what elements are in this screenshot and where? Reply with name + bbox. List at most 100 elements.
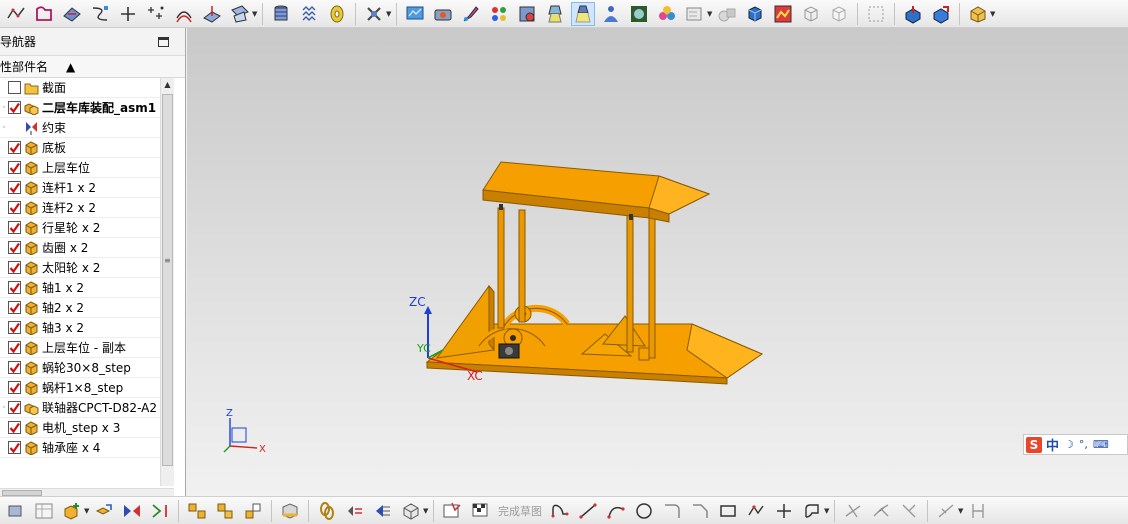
- visibility-checkbox[interactable]: [8, 281, 21, 294]
- mirror-assembly-icon[interactable]: [120, 499, 144, 523]
- tree-row[interactable]: 上层车位: [0, 158, 160, 178]
- visibility-checkbox[interactable]: [8, 301, 21, 314]
- sketch-icon[interactable]: [440, 499, 464, 523]
- make-corner-icon[interactable]: [897, 499, 921, 523]
- line-icon[interactable]: [576, 499, 600, 523]
- tree-row[interactable]: 连杆1 x 2: [0, 178, 160, 198]
- visibility-checkbox[interactable]: [8, 381, 21, 394]
- keyboard-icon[interactable]: ⌨: [1093, 438, 1109, 451]
- tree-row[interactable]: 轴1 x 2: [0, 278, 160, 298]
- trim-icon[interactable]: [841, 499, 865, 523]
- chevron-down-icon[interactable]: ▼: [990, 10, 996, 18]
- left-wedge[interactable]: [435, 284, 495, 359]
- camera-render-icon[interactable]: [431, 2, 455, 26]
- color-palette-icon[interactable]: [487, 2, 511, 26]
- ime-status-bar[interactable]: S 中 ☽ °, ⌨: [1023, 434, 1128, 455]
- fillet-icon[interactable]: [660, 499, 684, 523]
- explode-view-icon[interactable]: [185, 499, 209, 523]
- upper-platform[interactable]: [482, 161, 711, 223]
- horizontal-scrollbar[interactable]: [0, 488, 174, 496]
- visibility-checkbox[interactable]: [8, 181, 21, 194]
- vertical-scrollbar[interactable]: ▲ ≡: [160, 78, 174, 486]
- sort-ascending-icon[interactable]: ▲: [66, 60, 75, 74]
- material-icon[interactable]: [515, 2, 539, 26]
- display-mode-icon[interactable]: [683, 2, 707, 26]
- offset-sketch-icon[interactable]: [800, 499, 824, 523]
- tree-expander-icon[interactable]: ·: [0, 123, 8, 133]
- view-orient-icon[interactable]: [929, 2, 953, 26]
- spring-icon[interactable]: [297, 2, 321, 26]
- scroll-up-icon[interactable]: ▲: [161, 78, 174, 92]
- spotlight-icon[interactable]: [571, 1, 595, 26]
- visibility-checkbox[interactable]: [8, 101, 21, 114]
- lighting-icon[interactable]: [543, 2, 567, 26]
- tree-row[interactable]: · 二层车库装配_asm1 ( 顺: [0, 98, 160, 118]
- constraint-arrow-icon[interactable]: [148, 499, 172, 523]
- fit-view-icon[interactable]: [864, 2, 888, 26]
- tree-row[interactable]: 轴3 x 2: [0, 318, 160, 338]
- finish-sketch-button[interactable]: 完成草图: [498, 503, 542, 519]
- punctuation-icon[interactable]: °,: [1079, 438, 1088, 451]
- graphics-viewport[interactable]: ZC YC XC Z X S 中 ☽ °, ⌨: [187, 28, 1128, 496]
- point-set-icon[interactable]: [144, 2, 168, 26]
- component-group-icon[interactable]: [213, 499, 237, 523]
- chain-link-icon[interactable]: [315, 499, 339, 523]
- shaded-cube-icon[interactable]: [743, 2, 767, 26]
- visibility-checkbox[interactable]: [8, 201, 21, 214]
- maximize-icon[interactable]: [158, 37, 169, 47]
- tree-row[interactable]: 底板: [0, 138, 160, 158]
- tree-row[interactable]: 齿圈 x 2: [0, 238, 160, 258]
- tree-row[interactable]: 上层车位 - 副本: [0, 338, 160, 358]
- shaded-shapes-icon[interactable]: [715, 2, 739, 26]
- visibility-checkbox[interactable]: [8, 221, 21, 234]
- visibility-checkbox[interactable]: [8, 141, 21, 154]
- chevron-down-icon[interactable]: ▼: [252, 10, 258, 18]
- wireframe-cube-icon[interactable]: [799, 2, 823, 26]
- point-plus-icon[interactable]: [772, 499, 796, 523]
- moon-icon[interactable]: ☽: [1064, 438, 1074, 451]
- surface-icon[interactable]: [60, 2, 84, 26]
- tree-row[interactable]: 行星轮 x 2: [0, 218, 160, 238]
- visibility-checkbox[interactable]: [8, 421, 21, 434]
- project-curve-icon[interactable]: [200, 2, 224, 26]
- view-triad-icon[interactable]: [901, 2, 925, 26]
- sogou-logo-icon[interactable]: S: [1026, 436, 1042, 453]
- rectangle-icon[interactable]: [716, 499, 740, 523]
- gear-wheel-icon[interactable]: [325, 2, 349, 26]
- view-cube-icon[interactable]: [399, 499, 423, 523]
- section-view-icon[interactable]: [966, 2, 990, 26]
- visibility-checkbox[interactable]: [8, 401, 21, 414]
- tree-row[interactable]: 太阳轮 x 2: [0, 258, 160, 278]
- tree-row[interactable]: 蜗杆1×8_step: [0, 378, 160, 398]
- tree-expander-icon[interactable]: ·: [0, 103, 8, 113]
- profile-icon[interactable]: [32, 2, 56, 26]
- tree-expander-icon[interactable]: ·: [0, 403, 8, 413]
- sketch-curve-icon[interactable]: [4, 2, 28, 26]
- component-table-icon[interactable]: [32, 499, 56, 523]
- cylinder-stack-icon[interactable]: [269, 2, 293, 26]
- add-component-icon[interactable]: [60, 499, 84, 523]
- paint-brush-icon[interactable]: [459, 2, 483, 26]
- visibility-checkbox[interactable]: [8, 361, 21, 374]
- chevron-down-icon[interactable]: ▼: [84, 507, 90, 515]
- motor-assembly[interactable]: [498, 343, 520, 359]
- chamfer-icon[interactable]: [688, 499, 712, 523]
- picture-icon[interactable]: [771, 2, 795, 26]
- visibility-checkbox[interactable]: [8, 241, 21, 254]
- tree-row[interactable]: · 约束: [0, 118, 160, 138]
- assembly-constraint-icon[interactable]: [4, 499, 28, 523]
- polyline-icon[interactable]: [744, 499, 768, 523]
- point-icon[interactable]: [116, 2, 140, 26]
- tools-icon[interactable]: [362, 2, 386, 26]
- chevron-down-icon[interactable]: ▼: [423, 507, 429, 515]
- wave-link-icon[interactable]: [343, 499, 367, 523]
- intersect-curve-icon[interactable]: [228, 2, 252, 26]
- column-header[interactable]: 性部件名 ▲: [0, 56, 185, 78]
- finish-sketch-flag-icon[interactable]: [468, 499, 492, 523]
- tree-row[interactable]: 电机_step x 3: [0, 418, 160, 438]
- visibility-checkbox[interactable]: [8, 321, 21, 334]
- visibility-checkbox[interactable]: [8, 341, 21, 354]
- tree-row[interactable]: 截面: [0, 78, 160, 98]
- tree-row[interactable]: 轴承座 x 4: [0, 438, 160, 458]
- curve-constraint-icon[interactable]: [88, 2, 112, 26]
